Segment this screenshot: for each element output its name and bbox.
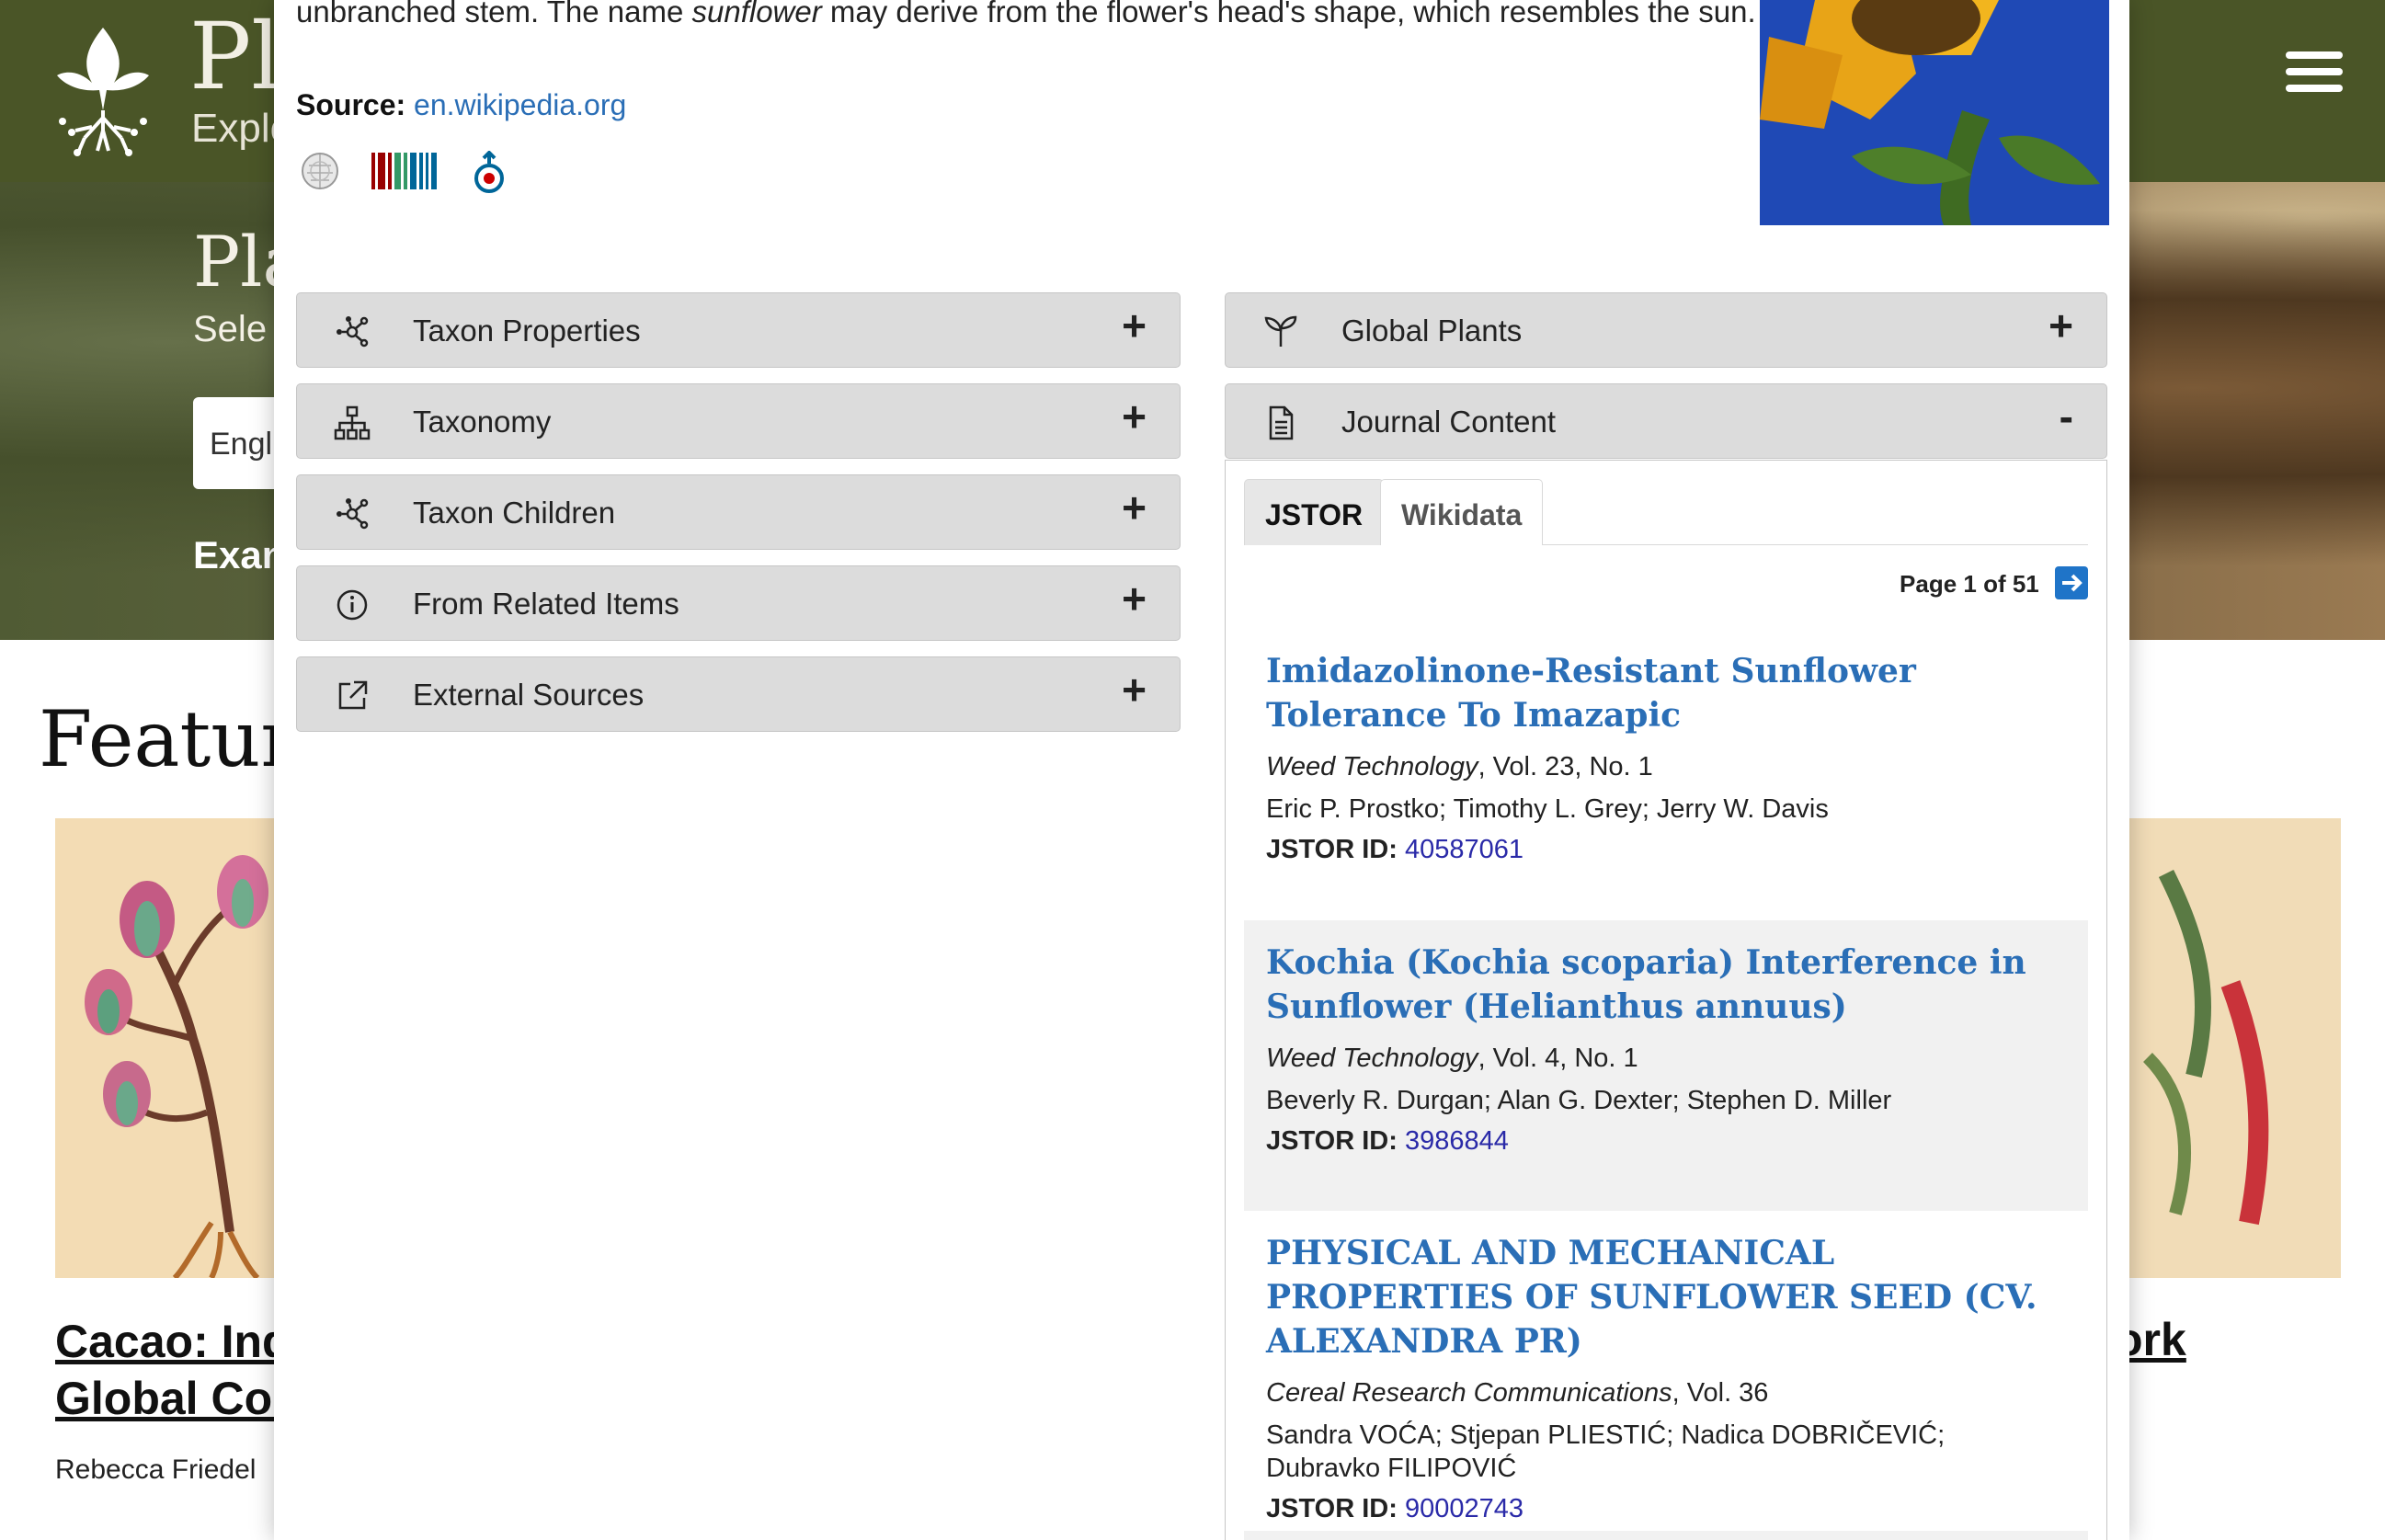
taxon-detail-modal: unbranched stem. The name sunflower may …	[274, 0, 2129, 1540]
jstor-id-link[interactable]: 90002743	[1405, 1494, 1523, 1523]
featured-card-author: Rebecca Friedel	[55, 1454, 257, 1485]
info-icon	[337, 589, 368, 621]
article-authors: Eric P. Prostko; Timothy L. Grey; Jerry …	[1266, 794, 1829, 824]
article-title-link[interactable]: PHYSICAL AND MECHANICAL PROPERTIES OF SU…	[1266, 1231, 2066, 1363]
article-item: Kochia (Kochia scoparia) Interference in…	[1244, 920, 2088, 1211]
accordion-label: Global Plants	[1341, 314, 1523, 348]
featured-card-image-right[interactable]	[2129, 818, 2341, 1278]
article-jstor-id: JSTOR ID: 3986844	[1266, 1126, 1509, 1156]
article-journal: Weed Technology, Vol. 23, No. 1	[1266, 752, 1653, 781]
hero-subtitle: Sele	[193, 309, 268, 349]
pagination: Page 1 of 51	[1900, 566, 2088, 602]
botanical-illustration-icon	[2142, 869, 2269, 1226]
accordion-label: Journal Content	[1341, 405, 1556, 439]
expand-icon[interactable]: +	[1122, 304, 1147, 347]
hero-example-label: Exan	[193, 533, 286, 576]
featured-card-image[interactable]	[55, 818, 276, 1278]
accordion-label: Taxon Properties	[413, 314, 641, 348]
accordion-taxon-properties[interactable]: Taxon Properties +	[296, 292, 1181, 368]
accordion-global-plants[interactable]: Global Plants +	[1225, 292, 2107, 368]
collapse-icon[interactable]: -	[2060, 395, 2073, 438]
plant-logo-icon[interactable]	[44, 18, 162, 156]
hierarchy-icon	[334, 405, 371, 440]
source-link[interactable]: en.wikipedia.org	[414, 88, 626, 121]
journal-content-panel: JSTOR Wikidata Page 1 of 51 Imidazolinon…	[1225, 460, 2107, 1540]
article-authors: Beverly R. Durgan; Alan G. Dexter; Steph…	[1266, 1086, 1892, 1115]
tab-jstor[interactable]: JSTOR	[1244, 479, 1385, 545]
article-item: Imidazolinone-Resistant Sunflower Tolera…	[1244, 649, 2088, 870]
article-item: PHYSICAL AND MECHANICAL PROPERTIES OF SU…	[1244, 1231, 2088, 1529]
accordion-taxon-children[interactable]: Taxon Children +	[296, 474, 1181, 550]
wikidata-icon[interactable]	[371, 151, 438, 191]
document-icon	[1269, 405, 1294, 440]
article-authors: Sandra VOĆA; Stjepan PLIESTIĆ; Nadica DO…	[1266, 1420, 1946, 1483]
network-icon	[337, 498, 369, 530]
jstor-id-link[interactable]: 3986844	[1405, 1126, 1509, 1156]
accordion-external-sources[interactable]: External Sources +	[296, 656, 1181, 732]
wikimedia-commons-icon[interactable]	[469, 151, 509, 197]
taxon-image[interactable]	[1760, 0, 2109, 225]
article-item	[1244, 1531, 2088, 1540]
accordion-label: Taxon Children	[413, 496, 616, 530]
expand-icon[interactable]: +	[1122, 577, 1147, 620]
expand-icon[interactable]: +	[1122, 668, 1147, 711]
wikipedia-icon[interactable]	[300, 151, 340, 191]
expand-icon[interactable]: +	[1122, 486, 1147, 529]
accordion-taxonomy[interactable]: Taxonomy +	[296, 383, 1181, 459]
accordion-label: Taxonomy	[413, 405, 552, 439]
sunflower-photo-icon	[1760, 0, 2109, 225]
external-link-icon	[338, 680, 368, 710]
source-line: Source: en.wikipedia.org	[296, 88, 626, 122]
accordion-journal-content[interactable]: Journal Content -	[1225, 383, 2107, 459]
hamburger-menu-icon[interactable]	[2286, 51, 2343, 92]
accordion-from-related-items[interactable]: From Related Items +	[296, 565, 1181, 641]
page-indicator: Page 1 of 51	[1900, 569, 2039, 598]
expand-icon[interactable]: +	[1122, 395, 1147, 438]
botanical-illustration-icon	[85, 855, 268, 1278]
jstor-id-link[interactable]: 40587061	[1405, 835, 1523, 864]
accordion-label: External Sources	[413, 678, 645, 712]
source-label: Source:	[296, 88, 406, 121]
tab-wikidata[interactable]: Wikidata	[1380, 479, 1544, 545]
sprout-icon	[1264, 315, 1297, 347]
expand-icon[interactable]: +	[2048, 304, 2073, 347]
article-title-link[interactable]: Imidazolinone-Resistant Sunflower Tolera…	[1266, 649, 2066, 737]
external-links-row	[300, 151, 520, 197]
article-jstor-id: JSTOR ID: 40587061	[1266, 835, 1523, 864]
article-jstor-id: JSTOR ID: 90002743	[1266, 1494, 1523, 1523]
article-journal: Cereal Research Communications, Vol. 36	[1266, 1378, 1769, 1408]
journal-tabs: JSTOR Wikidata	[1244, 479, 2088, 545]
taxon-description: unbranched stem. The name sunflower may …	[296, 0, 1756, 29]
next-page-arrow-icon[interactable]	[2055, 566, 2088, 599]
article-title-link[interactable]: Kochia (Kochia scoparia) Interference in…	[1266, 941, 2066, 1029]
accordion-label: From Related Items	[413, 587, 679, 621]
brand-title: Pl	[189, 3, 281, 110]
network-icon	[337, 316, 369, 348]
article-journal: Weed Technology, Vol. 4, No. 1	[1266, 1044, 1638, 1073]
